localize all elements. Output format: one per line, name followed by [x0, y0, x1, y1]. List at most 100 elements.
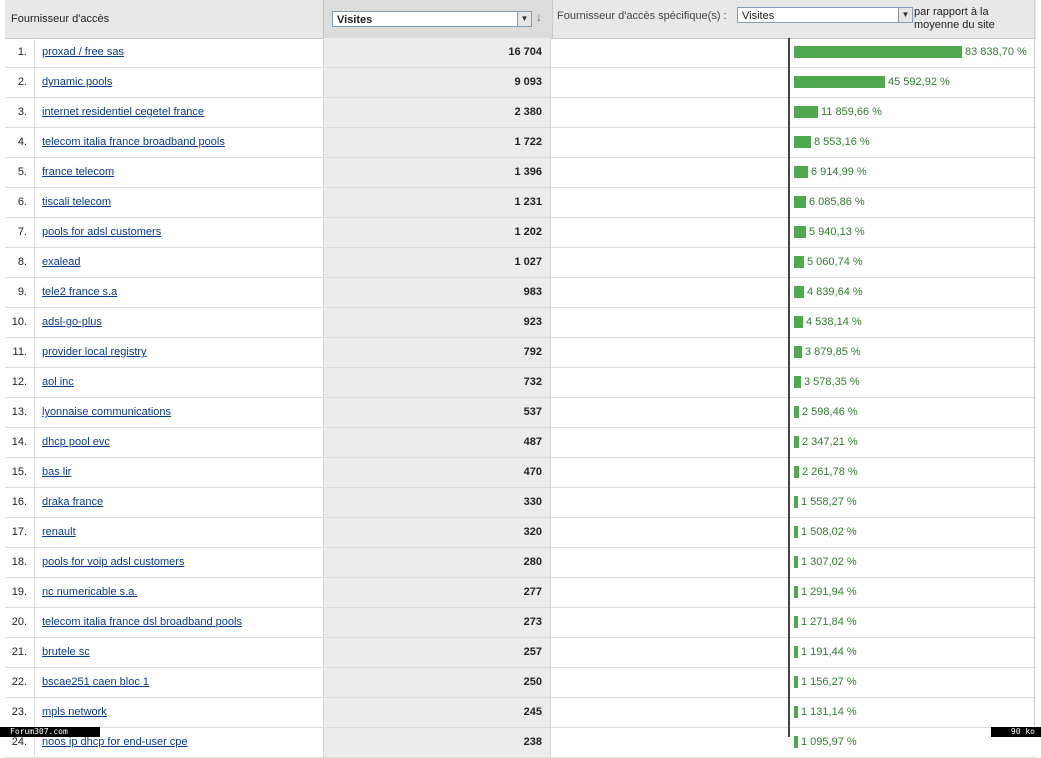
- table-row: 14. dhcp pool evc 487 2 347,21 %: [5, 428, 1036, 458]
- provider-link[interactable]: telecom italia france broadband pools: [42, 136, 225, 148]
- row-index: 8.: [17, 256, 27, 268]
- provider-link[interactable]: tele2 france s.a: [42, 286, 117, 298]
- row-index: 7.: [17, 226, 27, 238]
- provider-link[interactable]: draka france: [42, 496, 103, 508]
- table-row: 7. pools for adsl customers 1 202 5 940,13 …: [5, 218, 1036, 248]
- visits-value: 330: [323, 488, 551, 517]
- provider-link[interactable]: dynamic pools: [42, 76, 112, 88]
- sort-down-arrow-icon[interactable]: ↓: [536, 10, 542, 24]
- table-right-border: [1034, 0, 1035, 737]
- row-index: 14.: [11, 436, 27, 448]
- comparison-bar-area: 1 271,84 %: [793, 608, 1036, 637]
- dropdown-arrow-icon[interactable]: ▼: [898, 8, 912, 22]
- provider-link[interactable]: renault: [42, 526, 76, 538]
- row-index: 9.: [17, 286, 27, 298]
- provider-link[interactable]: mpls network: [42, 706, 107, 718]
- row-index: 13.: [11, 406, 27, 418]
- comparison-bar-area: 3 879,85 %: [793, 338, 1036, 367]
- provider-link[interactable]: adsl-go-plus: [42, 316, 102, 328]
- comparison-bar-area: 83 838,70 %: [793, 38, 1036, 67]
- provider-link[interactable]: provider local registry: [42, 346, 147, 358]
- comparison-bar: [794, 556, 798, 568]
- provider-link[interactable]: nc numericable s.a.: [42, 586, 137, 598]
- metric-select[interactable]: Visites ▼: [332, 11, 532, 27]
- comparison-bar: [794, 376, 801, 388]
- row-index: 5.: [17, 166, 27, 178]
- row-index: 21.: [11, 646, 27, 658]
- row-index: 19.: [11, 586, 27, 598]
- table-row: 20. telecom italia france dsl broadband p…: [5, 608, 1036, 638]
- provider-link[interactable]: telecom italia france dsl broadband pool…: [42, 616, 242, 628]
- provider-cell: pools for voip adsl customers: [34, 548, 324, 577]
- provider-link[interactable]: exalead: [42, 256, 81, 268]
- visits-value: 487: [323, 428, 551, 457]
- provider-link[interactable]: france telecom: [42, 166, 114, 178]
- provider-link[interactable]: brutele sc: [42, 646, 90, 658]
- row-index: 17.: [11, 526, 27, 538]
- provider-cell: bas lir: [34, 458, 324, 487]
- provider-link[interactable]: pools for voip adsl customers: [42, 556, 184, 568]
- provider-link[interactable]: internet residentiel cegetel france: [42, 106, 204, 118]
- table-row: 10. adsl-go-plus 923 4 538,14 %: [5, 308, 1036, 338]
- row-index: 2.: [17, 76, 27, 88]
- visits-value: 537: [323, 398, 551, 427]
- comparison-bar: [794, 616, 798, 628]
- row-index: 15.: [11, 466, 27, 478]
- provider-link[interactable]: tiscali telecom: [42, 196, 111, 208]
- comparison-bar-area: 1 307,02 %: [793, 548, 1036, 577]
- comparison-percent: 1 508,02 %: [801, 526, 857, 538]
- visits-value: 250: [323, 668, 551, 697]
- provider-link[interactable]: aol inc: [42, 376, 74, 388]
- provider-cell: lyonnaise communications: [34, 398, 324, 427]
- provider-cell: dynamic pools: [34, 68, 324, 97]
- comparison-percent: 5 060,74 %: [807, 256, 863, 268]
- comparison-bar: [794, 76, 885, 88]
- visits-value: 277: [323, 578, 551, 607]
- comparison-bar: [794, 136, 811, 148]
- comparison-bar: [794, 316, 803, 328]
- table-row: 9. tele2 france s.a 983 4 839,64 %: [5, 278, 1036, 308]
- visits-value: 9 093: [323, 68, 551, 97]
- metric-select-value: Visites: [337, 14, 373, 26]
- comparison-bar-area: 1 131,14 %: [793, 698, 1036, 727]
- row-index: 22.: [11, 676, 27, 688]
- comparison-bar: [794, 346, 802, 358]
- visits-value: 1 202: [323, 218, 551, 247]
- visits-value: 1 027: [323, 248, 551, 277]
- table-row: 11. provider local registry 792 3 879,85 %: [5, 338, 1036, 368]
- row-index: 18.: [11, 556, 27, 568]
- comparison-percent: 5 940,13 %: [809, 226, 865, 238]
- row-index: 3.: [17, 106, 27, 118]
- provider-link[interactable]: bas lir: [42, 466, 71, 478]
- visits-value: 1 396: [323, 158, 551, 187]
- comparison-percent: 45 592,92 %: [888, 76, 950, 88]
- visits-value: 238: [323, 728, 551, 757]
- comparison-metric-select[interactable]: Visites ▼: [737, 7, 913, 23]
- comparison-bar-area: 45 592,92 %: [793, 68, 1036, 97]
- comparison-percent: 1 191,44 %: [801, 646, 857, 658]
- table-row: 21. brutele sc 257 1 191,44 %: [5, 638, 1036, 668]
- row-index: 23.: [11, 706, 27, 718]
- provider-link[interactable]: lyonnaise communications: [42, 406, 171, 418]
- table-row: 4. telecom italia france broadband pools 1…: [5, 128, 1036, 158]
- comparison-bar: [794, 466, 799, 478]
- dropdown-arrow-icon[interactable]: ▼: [517, 12, 531, 26]
- comparison-percent: 3 879,85 %: [805, 346, 861, 358]
- provider-link[interactable]: noos ip dhcp for end-user cpe: [42, 736, 188, 748]
- provider-link[interactable]: proxad / free sas: [42, 46, 124, 58]
- table-row: 24. noos ip dhcp for end-user cpe 238 1 095…: [5, 728, 1036, 758]
- visits-value: 320: [323, 518, 551, 547]
- comparison-percent: 2 347,21 %: [802, 436, 858, 448]
- provider-cell: dhcp pool evc: [34, 428, 324, 457]
- provider-link[interactable]: pools for adsl customers: [42, 226, 161, 238]
- visits-value: 280: [323, 548, 551, 577]
- comparison-bar-area: 6 914,99 %: [793, 158, 1036, 187]
- dimension-header: Fournisseur d'accès: [11, 13, 110, 25]
- provider-cell: provider local registry: [34, 338, 324, 367]
- visits-value: 470: [323, 458, 551, 487]
- provider-cell: renault: [34, 518, 324, 547]
- comparison-bar-area: 1 508,02 %: [793, 518, 1036, 547]
- comparison-bar-area: 2 347,21 %: [793, 428, 1036, 457]
- provider-link[interactable]: dhcp pool evc: [42, 436, 110, 448]
- provider-link[interactable]: bscae251 caen bloc 1: [42, 676, 149, 688]
